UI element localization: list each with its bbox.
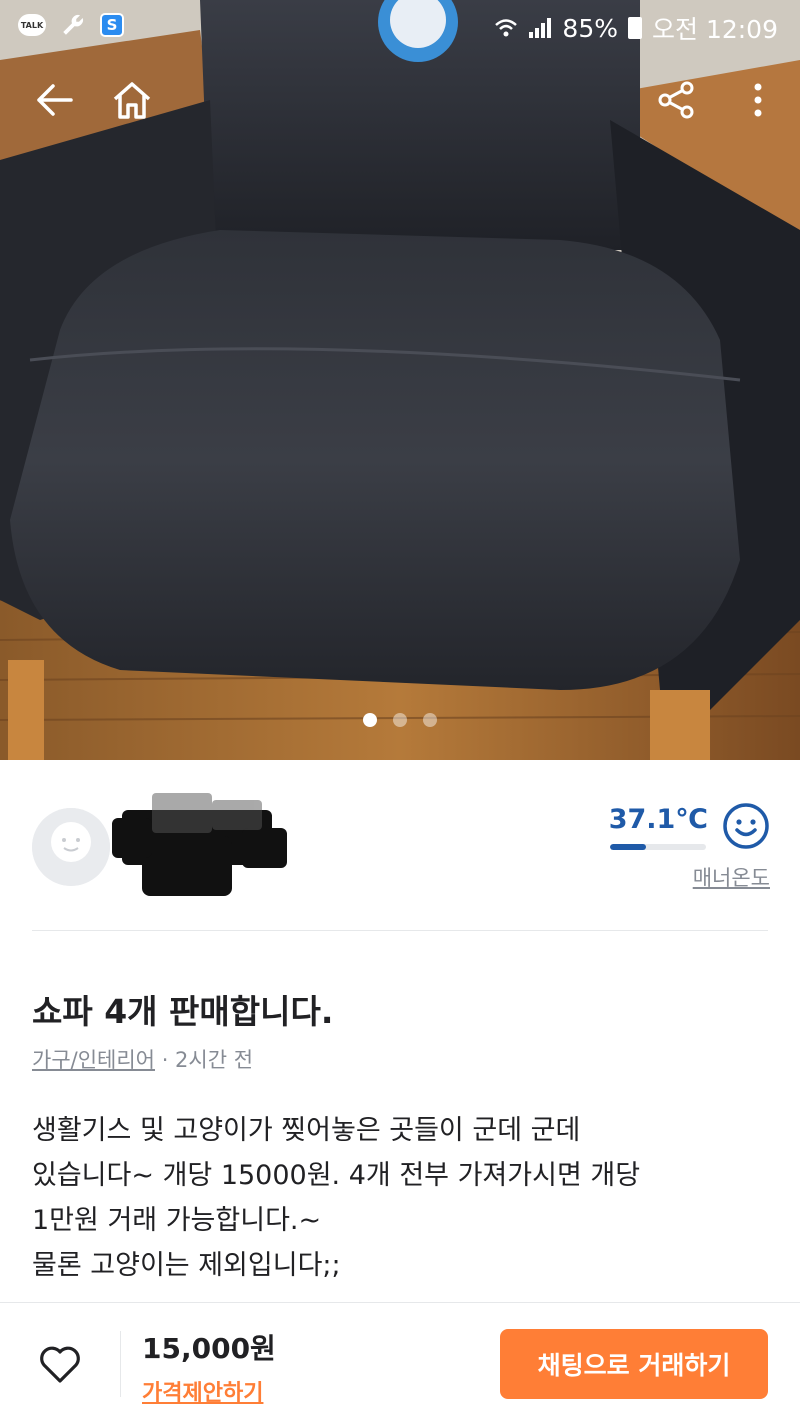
product-photo-carousel[interactable]: TALK S 85% 오전 12:09 (0, 0, 800, 760)
price: 15,000원 (142, 1332, 276, 1365)
post-body: 생활기스 및 고양이가 찢어놓은 곳들이 군데 군데 있습니다~ 개당 1500… (32, 1108, 772, 1288)
share-icon (658, 81, 694, 119)
price-offer-link[interactable]: 가격제안하기 (142, 1375, 263, 1407)
divider (32, 930, 768, 931)
wifi-icon (495, 19, 518, 37)
home-icon (113, 82, 151, 119)
battery-icon (628, 17, 642, 39)
signal-icon (529, 18, 552, 38)
s-app-icon: S (100, 13, 124, 37)
carousel-indicator (0, 713, 800, 727)
avatar[interactable] (32, 808, 110, 886)
carousel-dot[interactable] (363, 713, 377, 727)
more-button[interactable] (728, 70, 788, 130)
battery-percent: 85% (562, 13, 618, 43)
status-bar: TALK S 85% 오전 12:09 (0, 0, 800, 52)
smile-face-icon (723, 803, 769, 849)
post-time: · 2시간 전 (161, 1048, 254, 1072)
heart-icon (40, 1346, 80, 1383)
back-arrow-icon (37, 84, 73, 116)
default-profile-icon (32, 808, 110, 886)
carousel-dot[interactable] (393, 713, 407, 727)
manner-temperature-value: 37.1℃ (608, 804, 708, 835)
talk-icon: TALK (18, 14, 46, 36)
wrench-icon (63, 14, 84, 35)
post-title: 쇼파 4개 판매합니다. (32, 992, 334, 1031)
manner-temperature-fill (610, 844, 646, 850)
manner-temperature-label[interactable]: 매너온도 (640, 862, 770, 892)
post-body-line: 물론 고양이는 제외입니다;; (32, 1250, 341, 1281)
post-meta: 가구/인테리어 · 2시간 전 (32, 1044, 253, 1074)
post-body-line: 생활기스 및 고양이가 찢어놓은 곳들이 군데 군데 (32, 1115, 581, 1146)
home-button[interactable] (102, 70, 162, 130)
vertical-divider (120, 1331, 121, 1397)
back-button[interactable] (24, 70, 84, 130)
manner-temperature-bar (610, 844, 706, 850)
redacted-seller-name (112, 793, 287, 896)
share-button[interactable] (646, 70, 706, 130)
carousel-dot[interactable] (423, 713, 437, 727)
bottom-action-bar: 15,000원 가격제안하기 채팅으로 거래하기 (0, 1302, 800, 1423)
chat-trade-button[interactable]: 채팅으로 거래하기 (500, 1329, 768, 1399)
clock: 오전 12:09 (652, 15, 778, 44)
category-link[interactable]: 가구/인테리어 (32, 1048, 155, 1072)
post-body-line: 1만원 거래 가능합니다.~ (32, 1205, 322, 1236)
post-body-line: 있습니다~ 개당 15000원. 4개 전부 가져가시면 개당 (32, 1160, 641, 1191)
top-navigation (0, 70, 800, 140)
like-button[interactable] (38, 1343, 82, 1387)
seller-profile[interactable]: 37.1℃ 매너온도 (0, 760, 800, 932)
more-vertical-icon (754, 83, 762, 117)
